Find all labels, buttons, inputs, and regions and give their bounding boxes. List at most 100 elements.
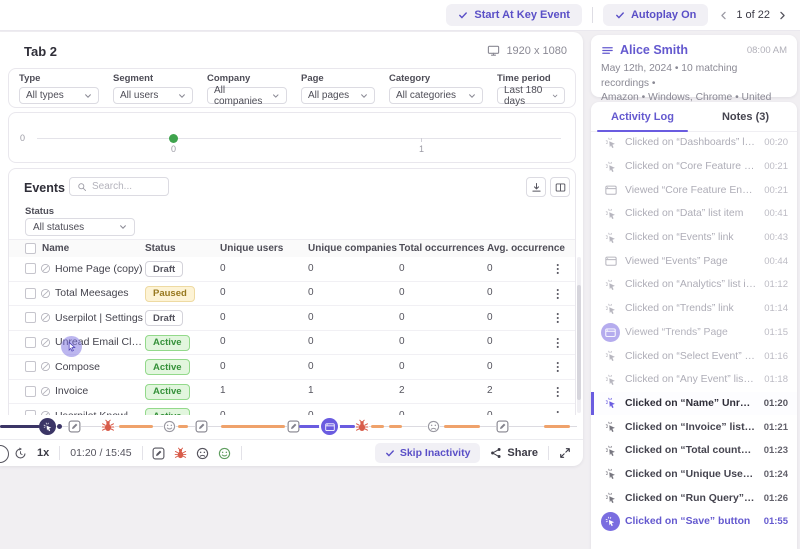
cell-users: 0 — [220, 336, 226, 347]
activity-log-item[interactable]: Clicked on “Invoice” list item01:21 — [591, 415, 797, 439]
activity-log-item[interactable]: Clicked on “Dashboards” list item00:20 — [591, 131, 797, 155]
row-menu-button[interactable] — [551, 335, 565, 351]
column-header-name[interactable]: Name — [42, 243, 69, 254]
table-row[interactable]: Userpilot | SettingsDraft0000 — [9, 306, 575, 331]
smile-reaction-button[interactable] — [218, 447, 231, 460]
user-name[interactable]: Alice Smith — [620, 43, 741, 57]
activity-log-item[interactable]: Clicked on “Core Feature Engagem...00:21 — [591, 155, 797, 179]
start-at-key-event-button[interactable]: Start At Key Event — [446, 4, 582, 26]
table-row[interactable]: InvoiceActive1122 — [9, 380, 575, 405]
timeline-marker-bug[interactable] — [101, 419, 115, 433]
chevron-left-icon[interactable] — [718, 10, 729, 21]
column-header-avg-occurrence[interactable]: Avg. occurrence — [487, 243, 565, 254]
timeline-marker-note[interactable] — [195, 420, 208, 433]
tab-activity-log[interactable]: Activity Log — [591, 102, 694, 131]
activity-list: Clicked on “Dashboards” list item00:20Cl… — [591, 131, 797, 534]
timeline-marker-dot[interactable] — [57, 424, 62, 429]
activity-log-item[interactable]: Clicked on “Analytics” list item01:12 — [591, 273, 797, 297]
activity-log-item[interactable]: Viewed “Trends” Page01:15 — [591, 321, 797, 345]
timeline-marker-bug[interactable] — [355, 419, 369, 433]
timeline-marker-window[interactable] — [321, 418, 338, 435]
column-header-unique-users[interactable]: Unique users — [220, 243, 283, 254]
select-all-checkbox[interactable] — [25, 243, 36, 254]
activity-log-item[interactable]: Clicked on “Data” list item00:41 — [591, 202, 797, 226]
scrollbar-thumb[interactable] — [577, 285, 581, 400]
caret-down-icon — [119, 223, 127, 231]
columns-button[interactable] — [550, 177, 570, 197]
column-header-status[interactable]: Status — [145, 243, 176, 254]
row-checkbox[interactable] — [25, 361, 36, 372]
download-button[interactable] — [526, 177, 546, 197]
activity-log-item[interactable]: Clicked on “Events” link00:43 — [591, 226, 797, 250]
event-name: Total Meesages — [55, 287, 129, 299]
column-header-unique-companies[interactable]: Unique companies — [308, 243, 397, 254]
activity-log-item[interactable]: Clicked on “Trends” link01:14 — [591, 297, 797, 321]
activity-log-item[interactable]: Clicked on “Save” button01:55 — [591, 510, 797, 534]
activity-log-item[interactable]: Clicked on “Select Event” dropdown01:16 — [591, 344, 797, 368]
resolution-label: 1920 x 1080 — [506, 45, 567, 57]
filter-dropdown[interactable]: All types — [19, 87, 99, 104]
activity-log-item[interactable]: Clicked on “Name” Unread Email C...01:20 — [591, 392, 797, 416]
row-menu-button[interactable] — [551, 261, 565, 277]
autoplay-button[interactable]: Autoplay On — [603, 4, 708, 26]
filter-dropdown[interactable]: All pages — [301, 87, 375, 104]
row-menu-button[interactable] — [551, 286, 565, 302]
search-input[interactable]: Search... — [69, 177, 169, 196]
table-scrollbar[interactable] — [577, 257, 581, 413]
activity-time: 01:23 — [764, 445, 788, 456]
table-row[interactable]: Unread Email ClickActive0000 — [9, 331, 575, 356]
table-row[interactable]: Total MeesagesPaused0000 — [9, 282, 575, 307]
filter-dropdown[interactable]: All users — [113, 87, 193, 104]
timeline-marker-note[interactable] — [496, 420, 509, 433]
activity-time: 01:21 — [764, 422, 788, 433]
activity-text: Clicked on “Save” button — [625, 516, 756, 527]
chart-data-point[interactable] — [169, 134, 178, 143]
row-checkbox[interactable] — [25, 288, 36, 299]
table-row[interactable]: Userpilot Knowledge ...Active0000 — [9, 404, 575, 415]
activity-log-item[interactable]: Clicked on “Any Event” list item01:18 — [591, 368, 797, 392]
pause-button[interactable] — [0, 445, 9, 463]
timeline-marker-note[interactable] — [68, 420, 81, 433]
add-note-button[interactable] — [152, 447, 165, 460]
timeline-marker-smile[interactable] — [163, 420, 176, 433]
skip-inactivity-toggle[interactable]: Skip Inactivity — [375, 443, 481, 463]
filter-dropdown[interactable]: Last 180 days — [497, 87, 565, 104]
timeline-scrubber[interactable] — [0, 415, 583, 439]
share-button[interactable]: Share — [490, 447, 538, 459]
fullscreen-button[interactable] — [559, 447, 571, 459]
activity-log-item[interactable]: Clicked on “Total count” dropdown01:23 — [591, 439, 797, 463]
report-bug-button[interactable] — [174, 447, 187, 460]
row-checkbox[interactable] — [25, 386, 36, 397]
status-filter-dropdown[interactable]: All statuses — [25, 218, 135, 236]
row-menu-button[interactable] — [551, 310, 565, 326]
activity-icon — [604, 350, 617, 363]
window-icon — [325, 422, 335, 432]
tab-notes[interactable]: Notes (3) — [694, 102, 797, 131]
filter-dropdown[interactable]: All categories — [389, 87, 483, 104]
timeline-marker-frown[interactable] — [427, 420, 440, 433]
table-row[interactable]: ComposeActive0000 — [9, 355, 575, 380]
activity-log-item[interactable]: Clicked on “Unique Users” list item01:24 — [591, 463, 797, 487]
table-row[interactable]: Home Page (copy)Draft0000 — [9, 257, 575, 282]
activity-icon — [604, 278, 617, 291]
click-icon — [605, 421, 617, 433]
session-menu-icon[interactable] — [601, 44, 614, 57]
row-menu-button[interactable] — [551, 359, 565, 375]
row-checkbox[interactable] — [25, 312, 36, 323]
activity-log-item[interactable]: Viewed “Events” Page00:44 — [591, 249, 797, 273]
row-checkbox[interactable] — [25, 337, 36, 348]
activity-log-item[interactable]: Viewed “Core Feature Engagment”00:21 — [591, 178, 797, 202]
column-header-total-occurrences[interactable]: Total occurrences — [399, 243, 484, 254]
activity-log-item[interactable]: Clicked on “Run Query” button01:26 — [591, 486, 797, 510]
replay-button[interactable] — [14, 447, 27, 460]
frown-reaction-button[interactable] — [196, 447, 209, 460]
timeline-marker-click[interactable] — [39, 418, 56, 435]
click-icon — [605, 161, 617, 173]
row-menu-button[interactable] — [551, 408, 565, 415]
playback-speed-button[interactable]: 1x — [37, 447, 49, 459]
session-start-time: 08:00 AM — [747, 45, 787, 56]
chevron-right-icon[interactable] — [777, 10, 788, 21]
row-menu-button[interactable] — [551, 384, 565, 400]
row-checkbox[interactable] — [25, 263, 36, 274]
filter-dropdown[interactable]: All companies — [207, 87, 287, 104]
